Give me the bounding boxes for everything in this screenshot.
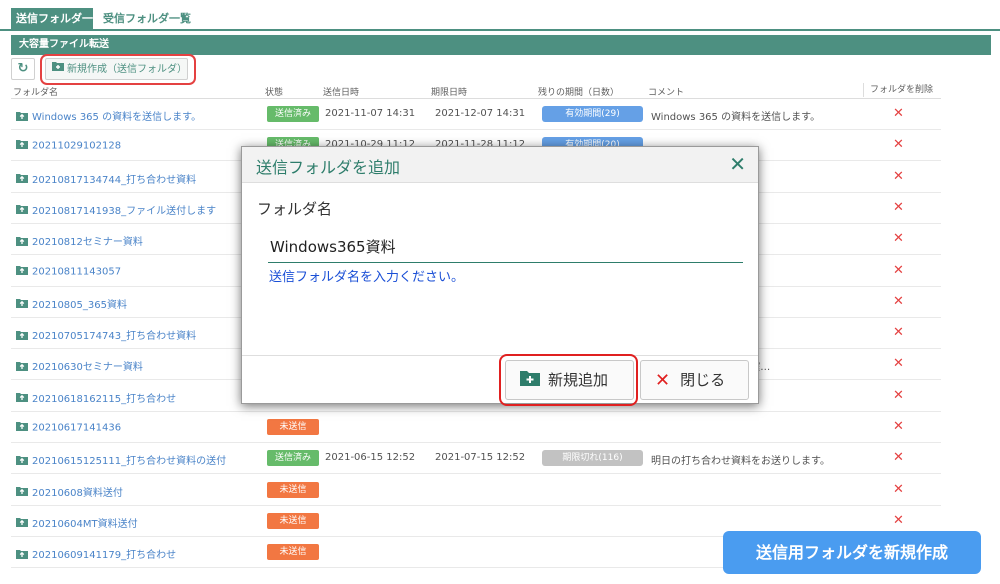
folder-name-help: 送信フォルダ名を入力ください。 bbox=[269, 270, 465, 285]
folder-name-input[interactable] bbox=[268, 231, 743, 263]
callout-label: 送信用フォルダを新規作成 bbox=[723, 531, 981, 574]
dialog-header: 送信フォルダを追加 ✕ bbox=[242, 147, 758, 183]
close-dialog-label: 閉じる bbox=[680, 371, 726, 389]
add-folder-label: 新規追加 bbox=[548, 371, 609, 389]
close-dialog-button[interactable]: ✕ 閉じる bbox=[640, 360, 749, 400]
dialog-close-icon[interactable]: ✕ bbox=[729, 152, 746, 176]
close-icon: ✕ bbox=[655, 370, 671, 391]
add-folder-dialog: 送信フォルダを追加 ✕ フォルダ名 送信フォルダ名を入力ください。 新規追加 ✕… bbox=[241, 146, 759, 404]
dialog-footer: 新規追加 ✕ 閉じる bbox=[242, 355, 758, 403]
folder-name-label: フォルダ名 bbox=[257, 200, 333, 218]
dialog-title: 送信フォルダを追加 bbox=[256, 158, 401, 177]
folder-plus-icon bbox=[520, 362, 540, 400]
add-folder-button[interactable]: 新規追加 bbox=[505, 360, 634, 400]
